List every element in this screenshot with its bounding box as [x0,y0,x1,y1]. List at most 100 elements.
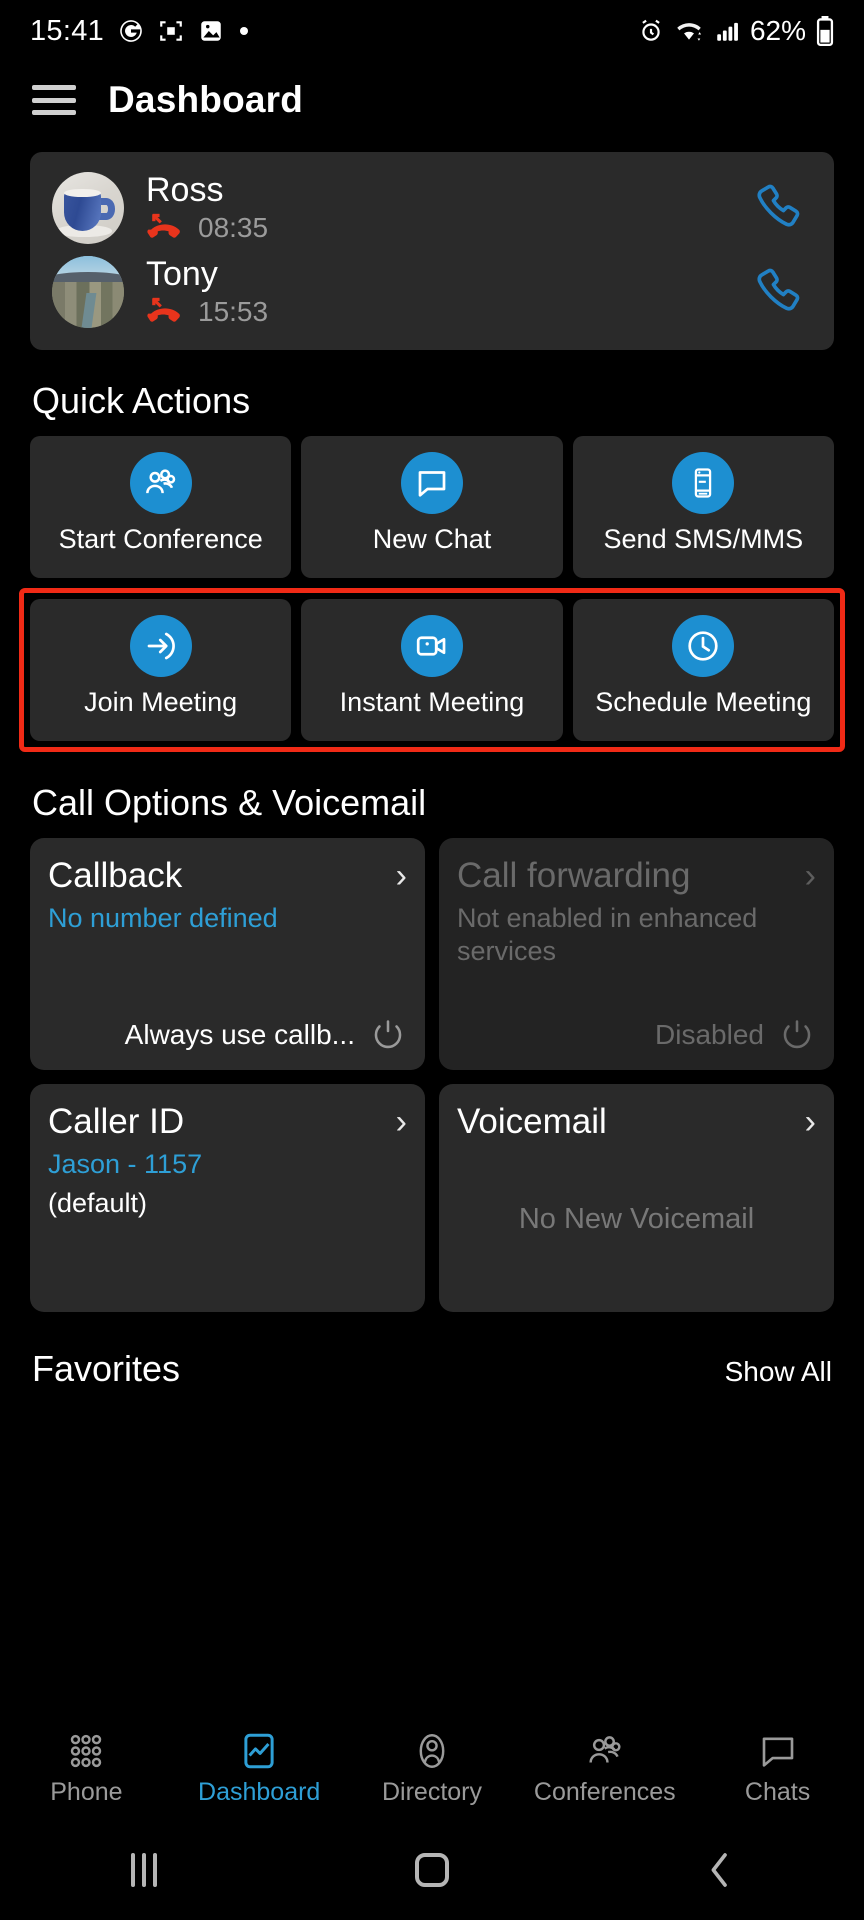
voicemail-header: Voicemail › [457,1102,816,1142]
nav-item-directory[interactable]: Directory [346,1730,519,1807]
nav-item-conferences[interactable]: Conferences [518,1730,691,1807]
call-options-row-2: Caller ID › Jason - 1157 (default) Voice… [30,1084,834,1312]
mobile-phone-icon [672,452,735,514]
recent-call-info: Ross 08:35 [146,171,748,244]
power-toggle-icon[interactable] [369,1016,407,1054]
quick-actions-row-1: Start Conference New Chat Send SMS/MMS [30,436,834,578]
quick-actions-row-2-highlighted: Join Meeting Instant Meeting Schedule Me… [19,588,845,752]
callback-toggle-label: Always use callb... [124,1019,355,1050]
call-forwarding-status: Disabled [655,1019,764,1050]
nav-item-phone[interactable]: Phone [0,1730,173,1807]
chart-icon [238,1730,280,1772]
chevron-right-icon: › [804,1103,816,1141]
status-bar-right: 62% [638,15,834,47]
call-options-heading: Call Options & Voicemail [32,782,427,823]
caller-id-default-label: (default) [48,1187,148,1218]
nav-label: Chats [744,1777,811,1806]
dot-icon [238,25,250,37]
call-options-row-1: Callback › No number defined Always use … [30,838,834,1070]
android-system-nav [0,1820,864,1920]
status-bar-left: 15:41 [30,15,250,48]
avatar [52,256,124,328]
group-people-icon [129,452,192,514]
clock-icon [672,615,735,677]
quick-action-instant-meeting[interactable]: Instant Meeting [301,599,563,741]
nav-label: Phone [50,1777,123,1806]
contact-name: Tony [146,255,218,294]
quick-action-label: Schedule Meeting [595,687,812,717]
recent-calls-card: Ross 08:35 Tony 15:53 [30,152,834,350]
call-forwarding-header: Call forwarding › [457,856,816,896]
home-icon[interactable] [288,1853,576,1887]
group-icon [584,1730,626,1772]
favorites-header: Favorites Show All [0,1326,864,1390]
g-app-icon [118,18,144,44]
screenshot-capture-icon [158,18,184,44]
nav-item-dashboard[interactable]: Dashboard [173,1730,346,1807]
quick-action-label: Join Meeting [84,687,238,717]
recents-icon[interactable] [0,1853,288,1887]
caller-id-title: Caller ID [48,1102,185,1141]
voicemail-title: Voicemail [457,1102,607,1141]
quick-action-join-meeting[interactable]: Join Meeting [30,599,292,741]
battery-percent: 62% [749,15,806,46]
battery-icon [816,16,834,46]
hamburger-menu-icon[interactable] [32,85,76,115]
power-toggle-icon [778,1016,816,1054]
phone-call-icon[interactable] [748,258,808,327]
alarm-icon [638,18,664,44]
status-time: 15:41 [30,14,105,47]
page-title: Dashboard [108,79,304,120]
caller-id-card[interactable]: Caller ID › Jason - 1157 (default) [30,1084,425,1312]
callback-title: Callback [48,856,183,895]
chevron-right-icon: › [395,857,407,895]
call-forwarding-card[interactable]: Call forwarding › Not enabled in enhance… [439,838,834,1070]
voicemail-card[interactable]: Voicemail › No New Voicemail [439,1084,834,1312]
wifi-icon [674,18,704,44]
quick-action-schedule-meeting[interactable]: Schedule Meeting [572,599,834,741]
call-options-grid: Callback › No number defined Always use … [0,838,864,1312]
chat-bubble-icon [400,452,463,514]
quick-action-label: New Chat [372,524,492,554]
missed-call-icon [146,213,184,243]
caller-id-value: Jason - 1157 [48,1149,203,1179]
callback-card[interactable]: Callback › No number defined Always use … [30,838,425,1070]
call-meta: 08:35 [146,212,748,244]
person-icon [411,1730,453,1772]
quick-actions-grid: Start Conference New Chat Send SMS/MMS J… [0,436,864,752]
missed-call-icon [146,297,184,327]
nav-label: Dashboard [198,1777,321,1806]
chevron-right-icon: › [804,857,816,895]
callback-subtitle: No number defined [48,903,278,933]
avatar [52,172,124,244]
quick-action-label: Instant Meeting [339,687,525,717]
nav-label: Directory [381,1777,482,1806]
quick-action-send-sms-mms[interactable]: Send SMS/MMS [572,436,834,578]
callback-footer: Always use callb... [48,1016,407,1054]
recent-call-row[interactable]: Ross 08:35 [30,166,834,250]
app-bar: Dashboard [0,62,864,138]
quick-action-label: Start Conference [58,524,263,554]
quick-actions-heading: Quick Actions [32,380,251,421]
show-all-button[interactable]: Show All [725,1356,832,1388]
image-icon [198,18,224,44]
caller-id-header: Caller ID › [48,1102,407,1142]
recent-call-row[interactable]: Tony 15:53 [30,250,834,334]
callback-header: Callback › [48,856,407,896]
call-forwarding-subtitle: Not enabled in enhanced services [457,903,758,966]
bottom-navigation-bar: Phone Dashboard Directory Conferences Ch… [0,1716,864,1820]
back-icon[interactable] [576,1850,864,1890]
call-forwarding-title: Call forwarding [457,856,691,895]
voicemail-empty-text: No New Voicemail [518,1202,755,1235]
quick-action-label: Send SMS/MMS [603,524,804,554]
phone-call-icon[interactable] [748,174,808,243]
nav-item-chats[interactable]: Chats [691,1730,864,1807]
quick-action-new-chat[interactable]: New Chat [301,436,563,578]
chat-bubble-icon [757,1730,799,1772]
status-bar: 15:41 62% [0,0,864,62]
call-time: 15:53 [198,295,269,327]
quick-action-start-conference[interactable]: Start Conference [30,436,292,578]
signal-icon [714,18,740,44]
call-meta: 15:53 [146,296,748,328]
favorites-heading: Favorites [32,1348,181,1389]
